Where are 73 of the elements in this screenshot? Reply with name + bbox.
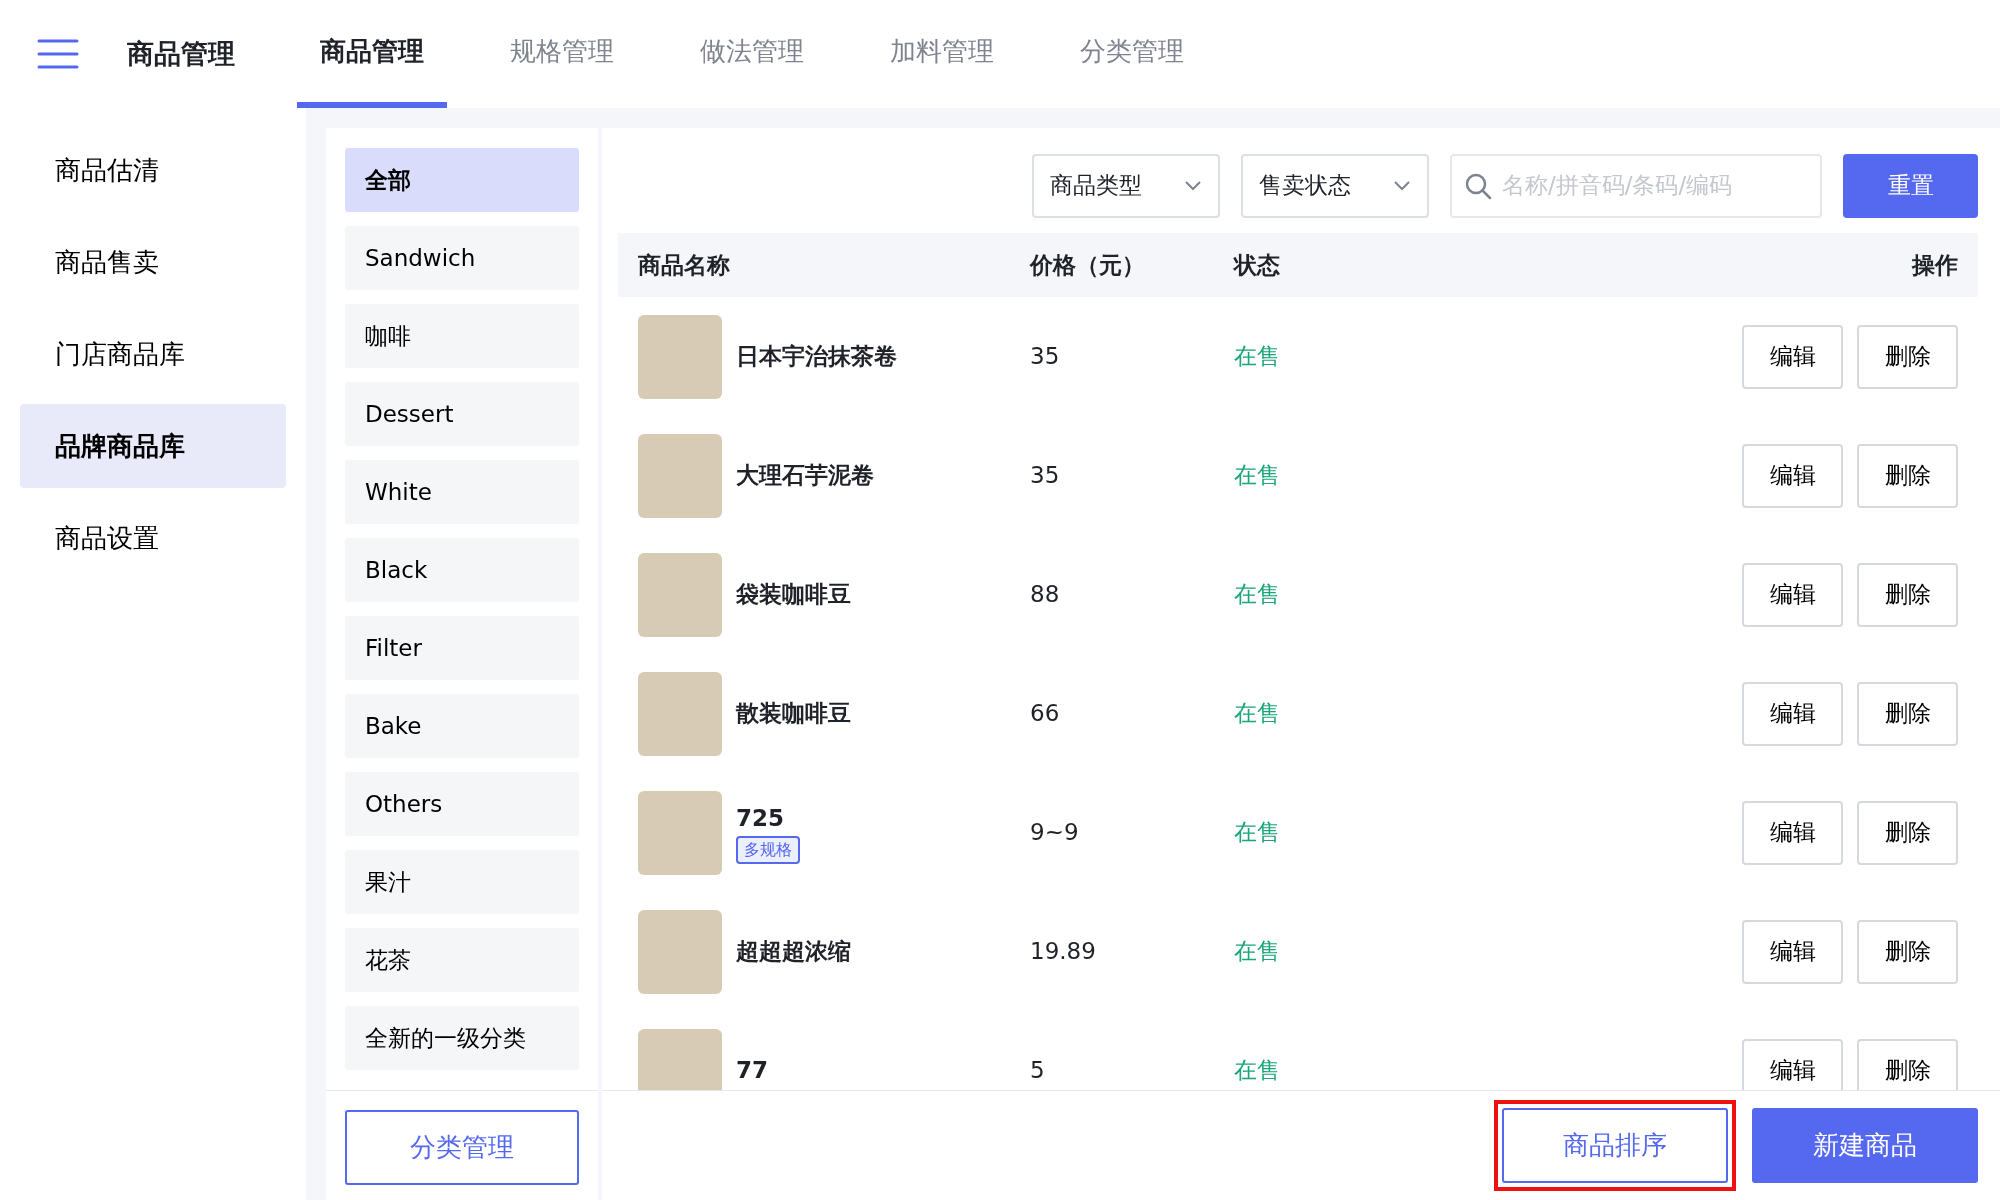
category-item[interactable]: Filter bbox=[345, 616, 579, 680]
price: 19.89 bbox=[1030, 938, 1096, 965]
category-item[interactable]: 咖啡 bbox=[345, 304, 579, 368]
product-name: 725 bbox=[736, 804, 784, 834]
sidebar-item[interactable]: 商品设置 bbox=[20, 496, 286, 580]
status-text: 在售 bbox=[1234, 581, 1280, 608]
sidebar-item[interactable]: 门店商品库 bbox=[20, 312, 286, 396]
edit-button[interactable]: 编辑 bbox=[1742, 800, 1843, 865]
tab[interactable]: 规格管理 bbox=[487, 0, 637, 108]
product-name: 日本宇治抹茶卷 bbox=[736, 342, 897, 372]
edit-button[interactable]: 编辑 bbox=[1742, 1038, 1843, 1090]
price: 88 bbox=[1030, 581, 1060, 608]
category-item[interactable]: Dessert bbox=[345, 382, 579, 446]
status-text: 在售 bbox=[1234, 700, 1280, 727]
category-item[interactable]: 全新的一级分类 bbox=[345, 1006, 579, 1070]
column-header: 商品名称 bbox=[637, 250, 731, 280]
delete-button[interactable]: 删除 bbox=[1857, 681, 1958, 746]
edit-button[interactable]: 编辑 bbox=[1742, 919, 1843, 984]
category-item[interactable]: White bbox=[345, 460, 579, 524]
price: 5 bbox=[1030, 1057, 1045, 1084]
category-item[interactable]: Bake bbox=[345, 694, 579, 758]
dropdown[interactable]: 商品类型 bbox=[1032, 153, 1220, 218]
status-text: 在售 bbox=[1234, 938, 1280, 965]
product-name: 大理石芋泥卷 bbox=[736, 461, 874, 491]
status-text: 在售 bbox=[1234, 819, 1280, 846]
product-name: 袋装咖啡豆 bbox=[736, 580, 851, 610]
sidebar-item[interactable]: 商品售卖 bbox=[20, 220, 286, 304]
chevron-icon bbox=[1184, 179, 1202, 192]
search-icon bbox=[1464, 171, 1492, 200]
price: 66 bbox=[1030, 700, 1060, 727]
column-header: 状态 bbox=[1234, 250, 1281, 280]
tab[interactable]: 做法管理 bbox=[677, 0, 827, 108]
delete-button[interactable]: 删除 bbox=[1857, 919, 1958, 984]
category-item[interactable]: 果汁 bbox=[345, 850, 579, 914]
price: 35 bbox=[1030, 462, 1060, 489]
price: 35 bbox=[1030, 343, 1060, 370]
category-manage-button[interactable]: 分类管理 bbox=[345, 1110, 579, 1185]
category-item[interactable]: Others bbox=[345, 772, 579, 836]
reset-button[interactable]: 重置 bbox=[1843, 153, 1978, 218]
delete-button[interactable]: 删除 bbox=[1857, 1038, 1958, 1090]
spec-tag: 多规格 bbox=[736, 835, 800, 864]
column-header: 操作 bbox=[1912, 250, 1959, 280]
edit-button[interactable]: 编辑 bbox=[1742, 443, 1843, 508]
product-name: 超超超浓缩 bbox=[736, 937, 851, 967]
edit-button[interactable]: 编辑 bbox=[1742, 562, 1843, 627]
sidebar-item[interactable]: 商品估清 bbox=[20, 128, 286, 212]
new-product-button[interactable]: 新建商品 bbox=[1752, 1108, 1978, 1183]
tab[interactable]: 分类管理 bbox=[1057, 0, 1207, 108]
chevron-icon bbox=[1393, 179, 1411, 192]
delete-button[interactable]: 删除 bbox=[1857, 324, 1958, 389]
menu-icon[interactable] bbox=[37, 38, 79, 70]
price: 9~9 bbox=[1030, 819, 1079, 846]
delete-button[interactable]: 删除 bbox=[1857, 800, 1958, 865]
tab[interactable]: 加料管理 bbox=[867, 0, 1017, 108]
dropdown[interactable]: 售卖状态 bbox=[1241, 153, 1429, 218]
product-name: 散装咖啡豆 bbox=[736, 699, 851, 729]
sidebar-item[interactable]: 品牌商品库 bbox=[20, 404, 286, 488]
category-item[interactable]: 花茶 bbox=[345, 928, 579, 992]
status-text: 在售 bbox=[1234, 343, 1280, 370]
category-item[interactable]: Sandwich bbox=[345, 226, 579, 290]
status-text: 在售 bbox=[1234, 462, 1280, 489]
edit-button[interactable]: 编辑 bbox=[1742, 324, 1843, 389]
product-name: 77 bbox=[736, 1056, 768, 1086]
category-item[interactable]: 全部 bbox=[345, 148, 579, 212]
column-header: 价格（元） bbox=[1030, 250, 1146, 280]
page-title: 商品管理 bbox=[127, 36, 236, 71]
edit-button[interactable]: 编辑 bbox=[1742, 681, 1843, 746]
delete-button[interactable]: 删除 bbox=[1857, 443, 1958, 508]
category-item[interactable]: Black bbox=[345, 538, 579, 602]
delete-button[interactable]: 删除 bbox=[1857, 562, 1958, 627]
search-field[interactable]: 名称/拼音码/条码/编码 bbox=[1450, 153, 1822, 218]
sort-button[interactable]: 商品排序 bbox=[1502, 1108, 1728, 1183]
status-text: 在售 bbox=[1234, 1057, 1280, 1084]
